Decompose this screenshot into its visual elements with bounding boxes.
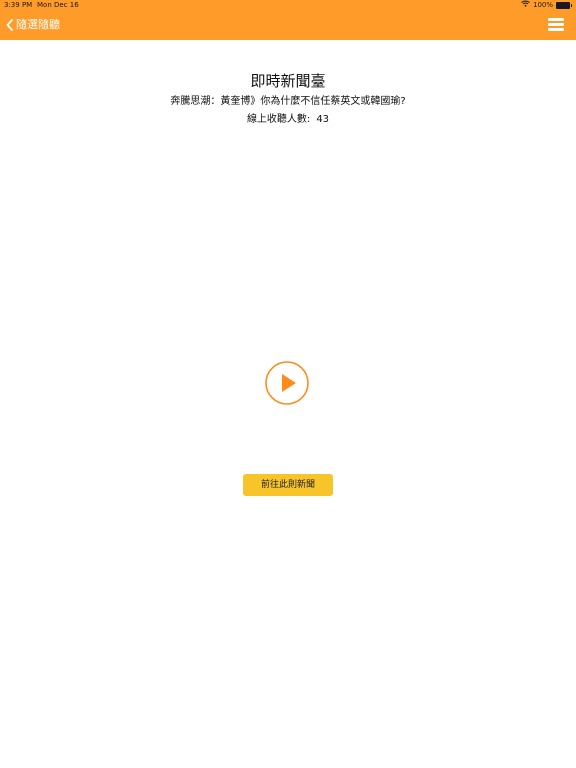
status-bar: 3:39 PM Mon Dec 16 100% [0,0,576,11]
menu-line [548,23,564,26]
battery-tip [571,4,572,7]
menu-line [548,28,564,31]
back-button[interactable]: 隨選隨聽 [6,17,60,33]
hamburger-menu-icon[interactable] [548,18,564,31]
battery-percent: 100% [532,1,553,9]
go-to-news-button[interactable]: 前往此則新聞 [243,474,333,496]
chevron-left-icon [6,19,13,31]
status-right: 100% [521,0,572,11]
battery-icon [556,2,570,9]
navigation-bar: 隨選隨聽 [0,11,576,40]
menu-line [548,18,564,21]
listener-count: 線上收聽人數: 43 [0,112,576,128]
back-label: 隨選隨聽 [16,18,60,31]
play-icon [265,361,309,405]
play-button[interactable] [265,361,309,405]
page-title: 即時新聞臺 [250,72,326,90]
top-bar: 3:39 PM Mon Dec 16 100% 隨選隨聽 [0,0,576,40]
status-date: Mon Dec 16 [37,1,79,9]
listener-count-value: 43 [316,114,330,125]
wifi-icon [521,0,530,11]
status-time: 3:39 PM [4,1,33,9]
news-headline: 奔騰思潮：黃奎博》你為什麼不信任蔡英文或韓國瑜? [170,96,406,107]
listener-count-label: 線上收聽人數: [246,114,311,125]
